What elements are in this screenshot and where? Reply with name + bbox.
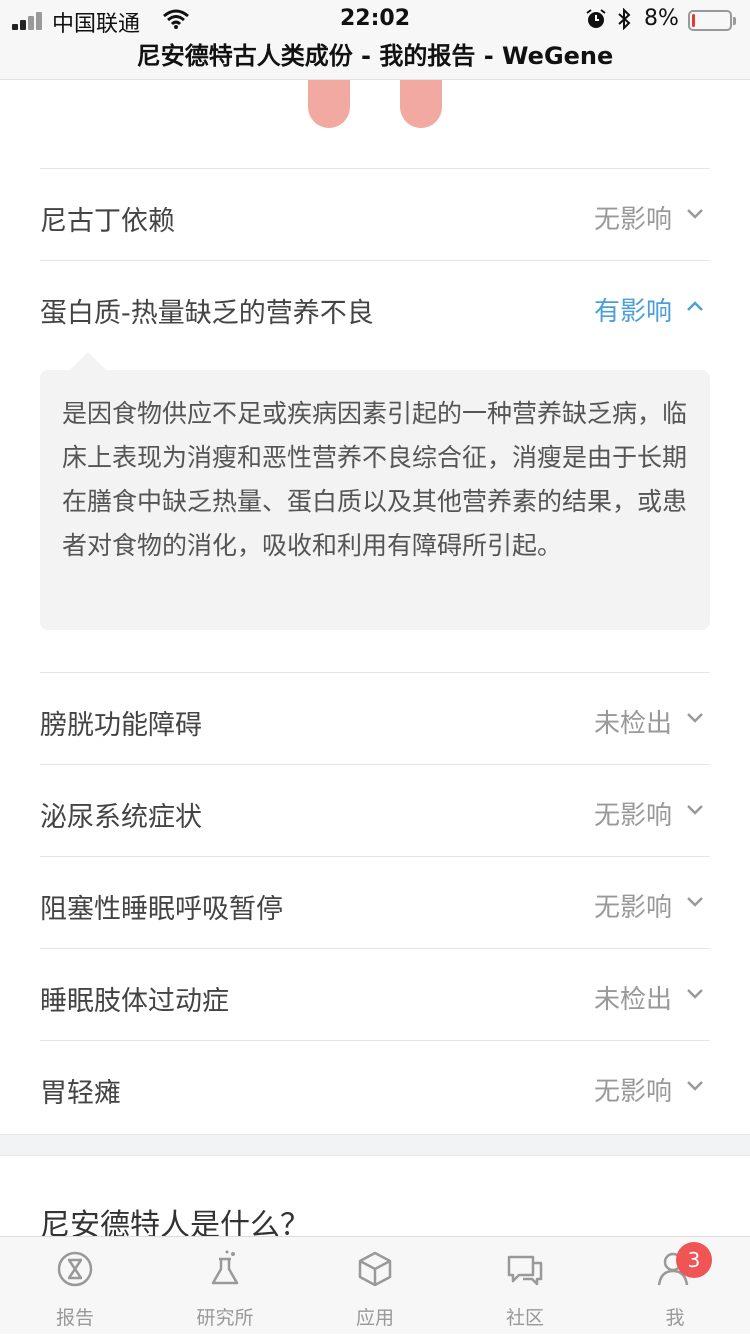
chevron-up-icon <box>687 301 703 311</box>
trait-label: 胃轻瘫 <box>40 1078 121 1109</box>
chevron-down-icon <box>687 713 703 723</box>
trait-label: 膀胱功能障碍 <box>40 710 202 741</box>
trait-status: 无影响 <box>593 801 672 831</box>
battery-icon <box>688 10 736 31</box>
trait-detail-panel: 是因食物供应不足或疾病因素引起的一种营养缺乏病，临床上表现为消瘦和恶性营养不良综… <box>40 352 710 672</box>
right-foot-shape <box>400 80 442 128</box>
chevron-down-icon <box>687 805 703 815</box>
trait-status: 有影响 <box>593 297 672 327</box>
trait-label: 尼古丁依赖 <box>40 206 175 237</box>
notification-badge: 3 <box>676 1242 712 1278</box>
trait-label: 蛋白质-热量缺乏的营养不良 <box>40 298 374 329</box>
report-icon <box>57 1251 93 1287</box>
trait-label: 泌尿系统症状 <box>40 802 202 833</box>
chevron-down-icon <box>687 989 703 999</box>
tab-lab[interactable]: 研究所 <box>150 1237 300 1335</box>
top-bar: 中国联通 22:02 8% 尼安德特古人类成份 - 我的报告 - WeGene <box>0 0 750 80</box>
trait-row-bladder[interactable]: 膀胱功能障碍 未检出 <box>40 672 710 764</box>
trait-row-nicotine[interactable]: 尼古丁依赖 无影响 <box>40 168 710 260</box>
detail-pointer <box>70 352 106 370</box>
tab-report[interactable]: 报告 <box>0 1237 150 1335</box>
trait-row-sleep-apnea[interactable]: 阻塞性睡眠呼吸暂停 无影响 <box>40 856 710 948</box>
trait-status: 未检出 <box>593 985 672 1015</box>
tab-apps[interactable]: 应用 <box>300 1237 450 1335</box>
tab-label: 我 <box>665 1307 685 1329</box>
trait-list: 尼古丁依赖 无影响 蛋白质-热量缺乏的营养不良 有影响 是因食物供应不足或疾病因… <box>40 168 710 1132</box>
trait-row-limb-movement[interactable]: 睡眠肢体过动症 未检出 <box>40 948 710 1040</box>
trait-status: 未检出 <box>593 709 672 739</box>
chevron-down-icon <box>687 209 703 219</box>
trait-status: 无影响 <box>593 1077 672 1107</box>
tab-label: 研究所 <box>196 1307 254 1329</box>
bluetooth-icon <box>618 8 631 30</box>
page-title: 尼安德特古人类成份 - 我的报告 - WeGene <box>136 42 614 70</box>
cube-icon <box>358 1251 392 1287</box>
trait-status: 无影响 <box>593 205 672 235</box>
tab-bar: 报告 研究所 应用 社区 我 <box>0 1236 750 1334</box>
tab-label: 报告 <box>55 1307 94 1329</box>
trait-label: 阻塞性睡眠呼吸暂停 <box>40 894 283 925</box>
trait-row-gastroparesis[interactable]: 胃轻瘫 无影响 <box>40 1040 710 1132</box>
section-divider <box>0 1134 750 1156</box>
tab-label: 社区 <box>505 1307 544 1329</box>
feet-illustration <box>300 80 450 130</box>
tab-me[interactable]: 我 <box>600 1237 750 1335</box>
chevron-down-icon <box>687 897 703 907</box>
tab-label: 应用 <box>355 1307 394 1329</box>
battery-level <box>692 14 695 27</box>
left-foot-shape <box>308 80 350 128</box>
status-bar: 中国联通 22:02 8% <box>0 0 750 40</box>
alarm-icon <box>586 9 606 28</box>
battery-percent: 8% <box>644 6 679 31</box>
trait-status: 无影响 <box>593 893 672 923</box>
trait-label: 睡眠肢体过动症 <box>40 986 229 1017</box>
chevron-down-icon <box>687 1081 703 1091</box>
trait-description: 是因食物供应不足或疾病因素引起的一种营养缺乏病，临床上表现为消瘦和恶性营养不良综… <box>40 370 710 630</box>
trait-row-protein-energy-malnutrition[interactable]: 蛋白质-热量缺乏的营养不良 有影响 <box>40 260 710 352</box>
flask-icon <box>211 1250 239 1285</box>
chat-icon <box>507 1255 543 1286</box>
trait-row-urinary[interactable]: 泌尿系统症状 无影响 <box>40 764 710 856</box>
tab-community[interactable]: 社区 <box>450 1237 600 1335</box>
status-time: 22:02 <box>339 6 411 31</box>
